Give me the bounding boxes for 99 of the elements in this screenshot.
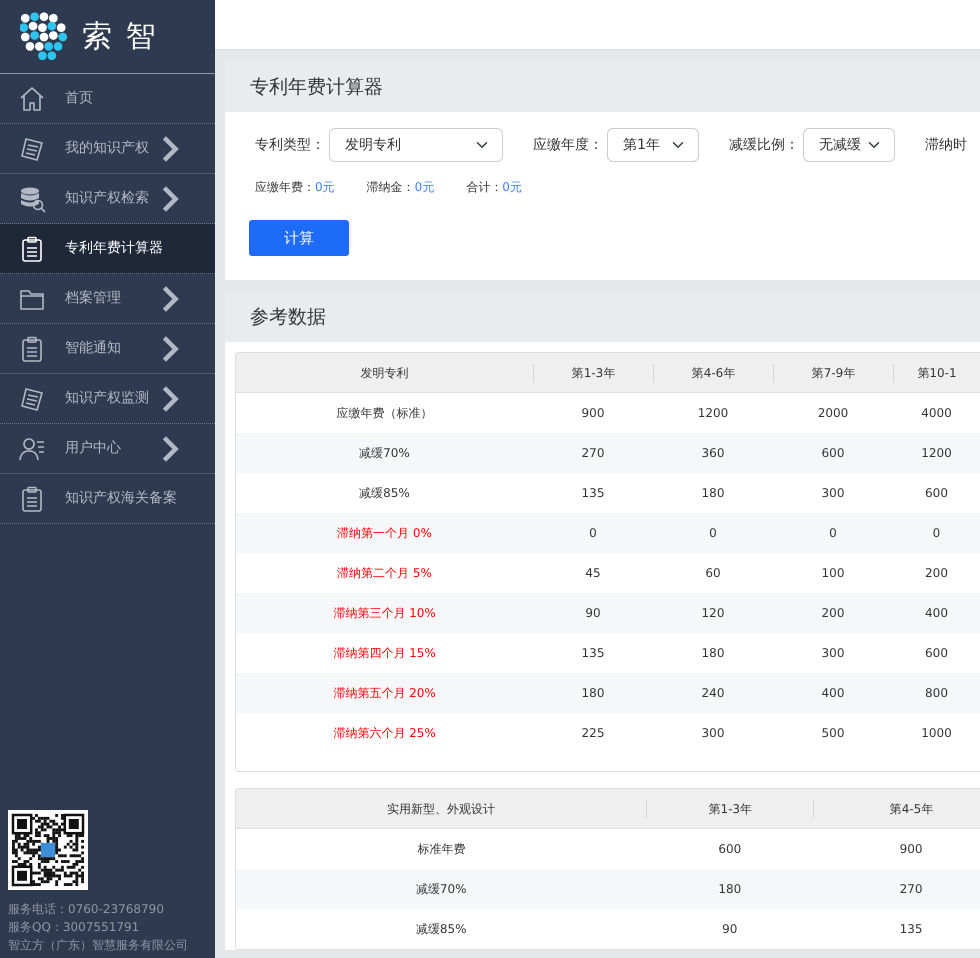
sidebar-item-label: 我的知识产权 [65,139,149,158]
table-cell-text: 270 [898,881,924,898]
table-cell-text: 600 [924,485,949,502]
sidebar-item-label: 用户中心 [65,439,121,458]
column-header: 实用新型、外观设计 [386,800,496,818]
result-text: 滞纳金：0元 [366,179,434,196]
table-cell-text: 300 [820,645,846,662]
sidebar-item[interactable]: 知识产权海关备案 [0,474,215,524]
table-cell-text: 滞纳第六个月 25% [332,725,437,742]
select-field[interactable]: 第1年 [607,128,699,162]
table-cell-text: 1200 [696,405,730,422]
table-cell-text: 4000 [920,405,953,422]
column-header: 发明专利 [360,364,410,382]
field-label: 应缴年度： [533,136,603,154]
table-cell-text: 800 [924,685,949,702]
column-header: 第1-3年 [646,800,814,818]
sidebar-item[interactable]: 档案管理 [0,274,215,324]
table-cell-text: 1200 [920,445,953,462]
database-search-icon [18,184,46,212]
sidebar-item[interactable]: 首页 [0,74,215,124]
field-label: 滞纳时 [925,136,967,154]
logo-text: 索 智 [82,18,158,56]
table-cell-text: 滞纳第一个月 0% [336,525,433,542]
sidebar-item[interactable]: 智能通知 [0,324,215,374]
contact-text: 服务电话：0760-23768790 [8,901,165,918]
table-cell-text: 100 [820,565,846,582]
sidebar-item[interactable]: 专利年费计算器 [0,224,215,274]
table-cell-text: 360 [700,445,726,462]
table-cell-text: 减缓85% [358,485,411,502]
table-cell-text: 180 [700,485,726,502]
table-cell-text: 60 [704,565,722,582]
sidebar-item-label: 知识产权监测 [65,389,149,408]
select-field[interactable]: 发明专利 [329,128,503,162]
table-cell-text: 减缓85% [414,921,468,938]
table-cell-text: 600 [924,645,949,662]
table-cell-text: 90 [584,605,602,622]
table-cell-text: 减缓70% [414,881,468,898]
table-cell-text: 135 [580,645,606,662]
sidebar-item-label: 档案管理 [65,289,121,308]
table-cell-text: 600 [717,841,742,858]
table-cell-text: 滞纳第五个月 20% [332,685,437,702]
sidebar-item-label: 专利年费计算器 [65,239,163,258]
table-cell-text: 0 [932,525,942,542]
field-label: 专利类型： [255,136,325,154]
sidebar-item-label: 知识产权海关备案 [65,489,177,508]
table-cell-text: 0 [588,525,598,542]
sidebar-item[interactable]: 我的知识产权 [0,124,215,174]
table-cell-text: 滞纳第二个月 5% [336,565,433,582]
table-cell-text: 45 [584,565,602,582]
table-cell-text: 2000 [816,405,850,422]
sidebar-item-label: 知识产权检索 [65,189,149,208]
table-cell-text: 滞纳第三个月 10% [332,605,437,622]
table-cell-text: 135 [898,921,924,938]
table-cell-text: 减缓70% [358,445,411,462]
table-cell-text: 225 [580,725,606,742]
column-header: 第4-6年 [653,364,773,382]
table-cell-text: 400 [924,605,949,622]
column-header: 第4-5年 [813,800,980,818]
table-cell-text: 1000 [920,725,953,742]
sidebar-item[interactable]: 用户中心 [0,424,215,474]
table-cell-text: 270 [580,445,606,462]
panel-title: 专利年费计算器 [250,74,383,100]
table-cell-text: 应缴年费（标准） [336,405,434,422]
table-cell-text: 400 [820,685,846,702]
home-icon [18,84,46,112]
sidebar-item-label: 首页 [65,89,93,108]
column-header: 第1-3年 [533,364,653,382]
field-label: 减缓比例： [729,136,799,154]
table-cell-text: 900 [898,841,924,858]
table-cell-text: 0 [828,525,838,542]
result-text: 应缴年费：0元 [255,179,335,196]
table-cell-text: 200 [820,605,846,622]
table-cell-text: 135 [580,485,606,502]
contact-text: 智立方（广东）智慧服务有限公司 [8,937,189,954]
column-header: 第7-9年 [773,364,893,382]
sidebar-item[interactable]: 知识产权监测 [0,374,215,424]
panel-title: 参考数据 [250,304,326,330]
table-cell-text: 240 [700,685,726,702]
table-cell-text: 300 [820,485,846,502]
sidebar-item-label: 智能通知 [65,339,121,358]
table-cell-text: 300 [700,725,726,742]
table-cell-text: 900 [580,405,606,422]
table-cell-text: 滞纳第四个月 15% [332,645,437,662]
table-cell-text: 标准年费 [416,841,466,858]
table-cell-text: 0 [708,525,718,542]
table-cell-text: 600 [820,445,846,462]
table-cell-text: 180 [580,685,606,702]
table-cell-text: 180 [700,645,726,662]
table-cell-text: 180 [717,881,742,898]
result-text: 合计：0元 [466,179,522,196]
calculate-button[interactable]: 计算 [249,220,349,256]
select-field[interactable]: 无减缓 [803,128,895,162]
table-cell-text: 200 [924,565,949,582]
table-cell-text: 500 [820,725,846,742]
table-cell-text: 90 [721,921,738,938]
column-header: 第10-1 [893,364,980,382]
contact-text: 服务QQ：3007551791 [8,919,140,936]
logo-icon [20,12,68,62]
table-cell-text: 120 [700,605,726,622]
